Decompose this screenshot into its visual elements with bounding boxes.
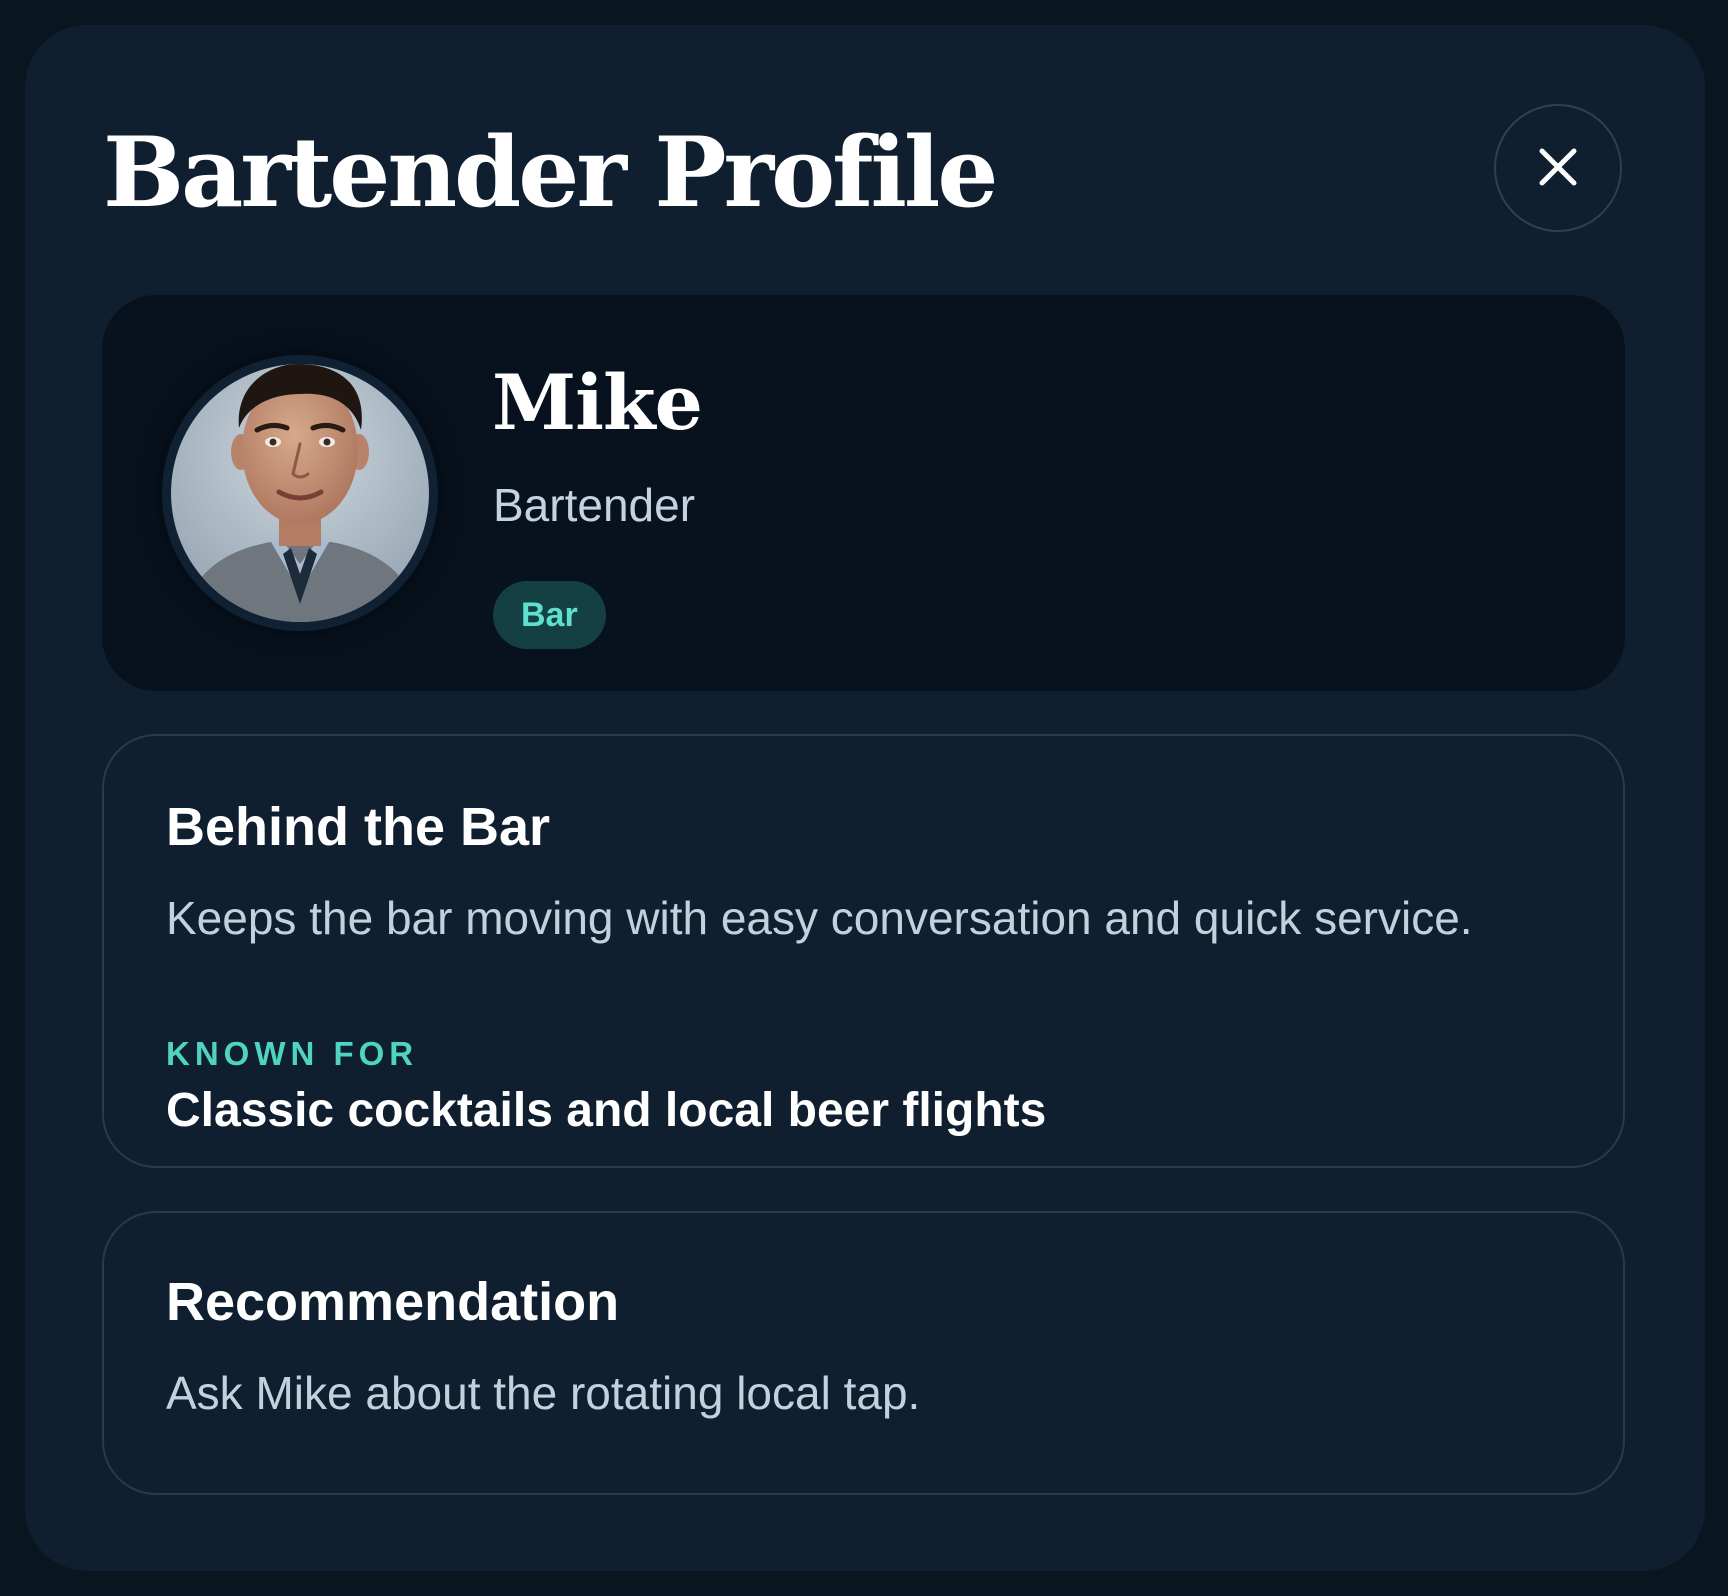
department-badge: Bar	[493, 581, 606, 649]
close-icon	[1538, 147, 1578, 190]
modal-title: Bartender Profile	[103, 116, 998, 229]
recommendation-section: Recommendation Ask Mike about the rotati…	[102, 1211, 1625, 1495]
section-description: Keeps the bar moving with easy conversat…	[166, 892, 1473, 944]
behind-the-bar-section: Behind the Bar Keeps the bar moving with…	[102, 734, 1625, 1168]
profile-role: Bartender	[493, 479, 696, 531]
avatar-ring	[162, 355, 438, 631]
avatar	[171, 364, 429, 622]
recommendation-text: Ask Mike about the rotating local tap.	[166, 1367, 921, 1419]
known-for-value: Classic cocktails and local beer flights	[166, 1084, 1047, 1137]
close-button[interactable]	[1494, 104, 1622, 232]
profile-card: Mike Bartender Bar	[102, 295, 1625, 691]
section-heading: Behind the Bar	[166, 797, 551, 857]
profile-name: Mike	[492, 358, 703, 447]
section-heading: Recommendation	[166, 1272, 620, 1332]
known-for-label: KNOWN FOR	[166, 1035, 419, 1072]
bartender-profile-modal: Bartender Profile Mike Bartender Bar Beh…	[25, 25, 1705, 1571]
